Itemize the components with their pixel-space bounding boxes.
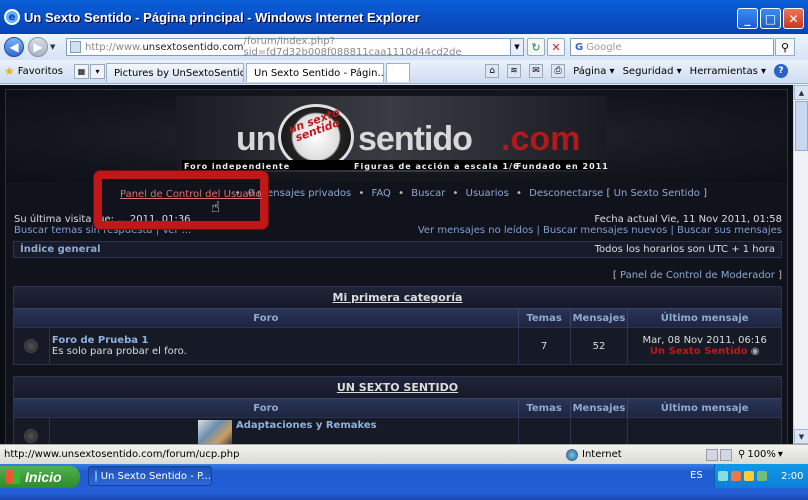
forum-page: un un sexto sentido sentido .com Foro in… <box>5 89 788 444</box>
scroll-down-icon[interactable]: ▼ <box>794 429 808 444</box>
history-dropdown-icon[interactable]: ▼ <box>50 43 60 51</box>
status-url: http://www.unsextosentido.com/forum/ucp.… <box>4 449 240 460</box>
favorites-button[interactable]: ★ Favoritos <box>4 64 63 78</box>
zoom-control[interactable]: ⚲ 100% ▾ <box>738 449 783 460</box>
forum-status-icon <box>24 339 39 353</box>
moderator-panel-link[interactable]: Panel de Control de Moderador <box>620 270 775 281</box>
red-highlight-box <box>94 171 268 229</box>
ie-icon <box>95 470 97 482</box>
faq-link[interactable]: FAQ <box>372 188 391 199</box>
site-header: un un sexto sentido sentido .com Foro in… <box>6 90 787 182</box>
tab-bar: ★ Favoritos ▦ ▾ Pictures by UnSextoSenti… <box>0 60 808 84</box>
clock[interactable]: 2:00 <box>781 471 803 482</box>
posts-count: 52 <box>571 328 629 364</box>
site-name-link[interactable]: Un Sexto Sentido <box>614 188 700 199</box>
scroll-thumb[interactable] <box>795 101 808 151</box>
tab-list-icon[interactable]: ▾ <box>90 64 105 79</box>
category-block: UN SEXTO SENTIDO Foro Temas Mensajes Últ… <box>13 376 782 444</box>
security-zone[interactable]: Internet <box>566 448 622 461</box>
timezone-note: Todos los horarios son UTC + 1 hora <box>594 244 775 255</box>
topics-count: 7 <box>519 328 571 364</box>
forum-image <box>197 420 232 444</box>
table-row: Foro de Prueba 1 Es solo para probar el … <box>14 327 781 364</box>
view-latest-icon[interactable]: ◉ <box>751 346 760 357</box>
tab-pictures[interactable]: Pictures by UnSextoSentido -... <box>106 63 244 82</box>
table-header: Foro Temas Mensajes Último mensaje <box>14 308 781 327</box>
forward-button[interactable]: ▶ <box>28 37 48 57</box>
protected-mode-icon[interactable] <box>706 448 718 461</box>
ucp-link[interactable]: Panel de Control del Usuario <box>120 189 262 200</box>
quick-tabs-icon[interactable]: ▦ <box>74 64 89 79</box>
title-bar: e Un Sexto Sentido - Página principal - … <box>0 0 808 34</box>
system-tray: 2:00 <box>714 464 808 488</box>
taskbar: Inicio Un Sexto Sentido - P... ES 2:00 <box>0 464 808 500</box>
maximize-button[interactable]: □ <box>760 8 781 29</box>
tray-security-icon[interactable] <box>731 471 741 481</box>
minimize-button[interactable]: _ <box>737 8 758 29</box>
category-title[interactable]: UN SEXTO SENTIDO <box>14 377 781 398</box>
address-dropdown-icon[interactable]: ▼ <box>510 38 524 56</box>
close-button[interactable]: ✕ <box>783 8 804 29</box>
category-block: Mi primera categoría Foro Temas Mensajes… <box>13 286 782 365</box>
forum-link[interactable]: Adaptaciones y Remakes <box>236 420 377 431</box>
tab-un-sexto-sentido[interactable]: Un Sexto Sentido - Págin... ✕ <box>246 63 384 82</box>
help-icon[interactable]: ? <box>774 64 788 78</box>
forum-status-icon <box>24 429 39 443</box>
page-icon <box>70 41 82 53</box>
scroll-up-icon[interactable]: ▲ <box>794 85 808 100</box>
tray-volume-icon[interactable] <box>744 471 754 481</box>
right-search-links[interactable]: Ver mensajes no leídos | Buscar mensajes… <box>418 225 782 236</box>
tray-network-icon[interactable] <box>718 471 728 481</box>
search-icon[interactable]: ⚲ <box>775 38 795 56</box>
mail-icon[interactable]: ✉ <box>529 64 544 78</box>
table-header: Foro Temas Mensajes Último mensaje <box>14 398 781 417</box>
star-icon: ★ <box>4 64 15 78</box>
hand-cursor-icon: ☝ <box>211 198 221 216</box>
site-banner[interactable]: un un sexto sentido sentido .com Foro in… <box>176 96 608 172</box>
stop-icon[interactable]: ✕ <box>547 38 565 56</box>
page-menu[interactable]: Página ▾ <box>573 66 615 77</box>
new-tab-button[interactable] <box>386 63 410 82</box>
search-input[interactable]: G Google <box>570 38 774 56</box>
home-icon[interactable]: ⌂ <box>485 64 500 78</box>
logout-link[interactable]: Desconectarse <box>529 188 603 199</box>
taskbar-ie-window[interactable]: Un Sexto Sentido - P... <box>88 466 212 486</box>
current-date: Fecha actual Vie, 11 Nov 2011, 01:58 <box>594 214 782 225</box>
vertical-scrollbar[interactable]: ▲ ▼ <box>793 85 808 444</box>
refresh-icon[interactable]: ↻ <box>527 38 545 56</box>
feeds-icon[interactable]: ≋ <box>507 64 522 78</box>
globe-icon <box>566 448 578 461</box>
tools-menu[interactable]: Herramientas ▾ <box>690 66 766 77</box>
google-icon: G <box>575 41 584 53</box>
users-link[interactable]: Usuarios <box>466 188 509 199</box>
security-menu[interactable]: Seguridad ▾ <box>623 66 682 77</box>
breadcrumb: Índice general Todos los horarios son UT… <box>13 241 782 258</box>
search-link[interactable]: Buscar <box>411 188 445 199</box>
forum-description: Es solo para probar el foro. <box>51 346 187 357</box>
address-field[interactable]: http://www. unsextosentido.com/forum/inde… <box>66 36 524 58</box>
web-content: un un sexto sentido sentido .com Foro in… <box>0 85 793 444</box>
status-bar: http://www.unsextosentido.com/forum/ucp.… <box>0 444 808 464</box>
popup-blocker-icon[interactable] <box>720 448 732 461</box>
tray-app-icon[interactable] <box>757 471 767 481</box>
last-post-user[interactable]: Un Sexto Sentido <box>650 346 748 357</box>
windows-flag-icon <box>6 470 20 484</box>
print-icon[interactable]: ⎙ <box>551 64 566 78</box>
language-indicator[interactable]: ES <box>690 470 703 481</box>
last-post-date: Mar, 08 Nov 2011, 06:16 <box>642 335 767 346</box>
moderator-panel: [ Panel de Control de Moderador ] <box>612 270 782 281</box>
ie-logo-icon: e <box>4 9 20 25</box>
window-title: Un Sexto Sentido - Página principal - Wi… <box>24 9 420 25</box>
category-title[interactable]: Mi primera categoría <box>14 287 781 308</box>
index-link[interactable]: Índice general <box>20 244 101 255</box>
back-button[interactable]: ◀ <box>4 37 24 57</box>
start-button[interactable]: Inicio <box>0 466 80 488</box>
chevron-down-icon: ▾ <box>777 449 783 460</box>
zoom-icon: ⚲ <box>738 449 746 460</box>
table-row: Adaptaciones y Remakes <box>14 417 781 444</box>
forum-link[interactable]: Foro de Prueba 1 <box>52 335 149 346</box>
